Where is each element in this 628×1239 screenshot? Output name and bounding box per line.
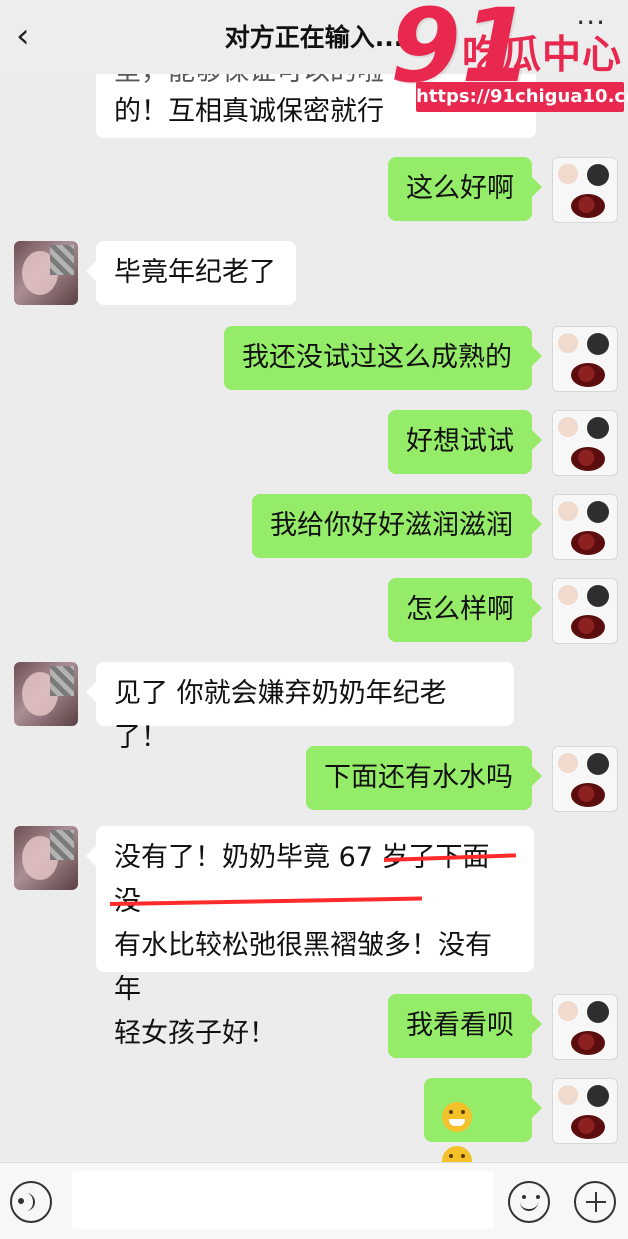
- avatar-face-icon: [558, 501, 578, 521]
- avatar-face-icon: [558, 417, 578, 437]
- avatar-face-icon: [558, 1085, 578, 1105]
- message-bubble-right: 好想试试: [388, 410, 542, 474]
- avatar-bowl-icon: [571, 363, 605, 387]
- message-bubble-right: [424, 1078, 542, 1176]
- avatar-face-icon: [558, 1001, 578, 1021]
- message-bubble-left: 见了 你就会嫌弃奶奶年纪老了！: [86, 662, 514, 753]
- avatar-face-icon: [587, 753, 609, 775]
- avatar-face-icon: [558, 585, 578, 605]
- message-bubble-right: 我看看呗: [388, 994, 542, 1058]
- avatar-me[interactable]: [552, 746, 618, 812]
- message-text: 这么好啊: [406, 173, 514, 204]
- avatar-face-icon: [587, 585, 609, 607]
- avatar-me[interactable]: [552, 326, 618, 392]
- message-bubble-right: 下面还有水水吗: [306, 746, 542, 810]
- message-text: 我看看呗: [406, 1010, 514, 1041]
- message-bubble-right: 怎么样啊: [388, 578, 542, 642]
- avatar-face-icon: [587, 1001, 609, 1023]
- message-input-bar: [0, 1162, 628, 1239]
- message-text-line: 没有了！奶奶毕竟 67 岁了下面没: [114, 842, 490, 917]
- avatar-face-icon: [558, 333, 578, 353]
- avatar-face-icon: [587, 501, 609, 523]
- message-text: 我给你好好滋润滋润: [270, 510, 513, 541]
- message-bubble-left: 没有了！奶奶毕竟 67 岁了下面没 有水比较松弛很黑褶皱多！没有年 轻女孩子好！: [86, 826, 534, 1049]
- watermark-brand: 吃瓜中心: [462, 33, 623, 78]
- avatar-bowl-icon: [571, 1115, 605, 1139]
- avatar-face-icon: [587, 417, 609, 439]
- avatar-face-icon: [587, 164, 609, 186]
- avatar-me[interactable]: [552, 994, 618, 1060]
- avatar-me[interactable]: [552, 578, 618, 644]
- message-text: 毕竟年纪老了: [114, 257, 276, 288]
- message-bubble-right: 这么好啊: [388, 157, 542, 221]
- avatar-bowl-icon: [571, 447, 605, 471]
- avatar-face-icon: [558, 164, 578, 184]
- message-text: 我还没试过这么成熟的: [242, 342, 512, 373]
- watermark-logo: 91 吃瓜中心 https://91chigua10.com: [372, 0, 628, 112]
- message-bubble-right: 我还没试过这么成熟的: [224, 326, 542, 390]
- avatar-contact[interactable]: [14, 241, 78, 305]
- message-text: 好想试试: [406, 426, 514, 457]
- avatar-me[interactable]: [552, 494, 618, 560]
- message-bubble-right: 我给你好好滋润滋润: [252, 494, 542, 558]
- avatar-face-icon: [558, 753, 578, 773]
- avatar-contact[interactable]: [14, 662, 78, 726]
- message-text: 下面还有水水吗: [324, 762, 513, 793]
- voice-icon[interactable]: [10, 1181, 52, 1223]
- avatar-bowl-icon: [571, 615, 605, 639]
- avatar-me[interactable]: [552, 1078, 618, 1144]
- message-text: 怎么样啊: [406, 594, 514, 625]
- avatar-me[interactable]: [552, 410, 618, 476]
- avatar-bowl-icon: [571, 1031, 605, 1055]
- avatar-face-icon: [587, 1085, 609, 1107]
- avatar-bowl-icon: [571, 194, 605, 218]
- grinning-face-icon: [442, 1101, 472, 1132]
- avatar-face-icon: [587, 333, 609, 355]
- message-input[interactable]: [72, 1171, 494, 1229]
- message-bubble-left: 毕竟年纪老了: [86, 241, 296, 305]
- plus-icon[interactable]: [574, 1181, 616, 1223]
- avatar-bowl-icon: [571, 783, 605, 807]
- watermark-url: https://91chigua10.com: [416, 82, 628, 112]
- avatar-contact[interactable]: [14, 826, 78, 890]
- avatar-bowl-icon: [571, 531, 605, 555]
- smile-icon[interactable]: [508, 1181, 550, 1223]
- avatar-me[interactable]: [552, 157, 618, 223]
